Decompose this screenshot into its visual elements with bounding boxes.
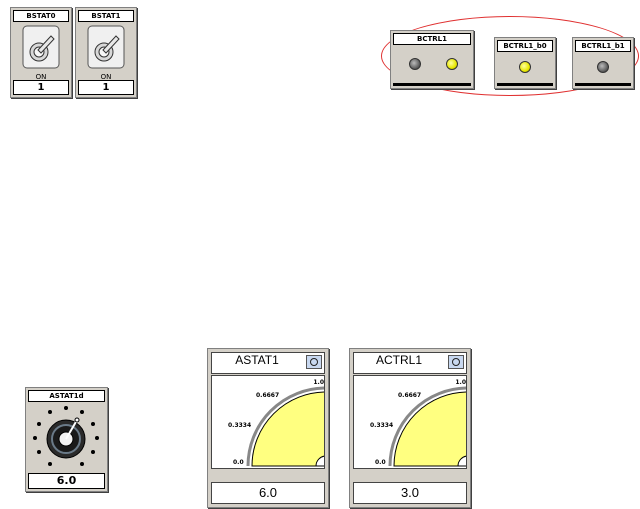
led-indicator-icon[interactable] (409, 58, 421, 70)
bctrl1-status-bar (393, 83, 471, 86)
actrl1-value: 3.0 (353, 482, 467, 504)
astat1d-widget[interactable]: ASTAT1d 6.0 (25, 387, 108, 492)
bstat0-title: BSTAT0 (13, 10, 69, 22)
actrl1-gauge: 1.0 0.6667 0.3334 0.0 (353, 375, 467, 469)
gauge-dial-icon: 1.0 0.6667 0.3334 0.0 (228, 379, 324, 467)
led-indicator-icon[interactable] (519, 61, 531, 73)
gauge-tick-label: 0.0 (233, 459, 244, 466)
bctrl1-b1-title: BCTRL1_b1 (575, 40, 631, 52)
gauge-tick-label: 0.0 (375, 459, 386, 466)
toggle-switch-icon[interactable] (21, 24, 61, 70)
led-indicator-icon[interactable] (446, 58, 458, 70)
bctrl1-b0-title: BCTRL1_b0 (497, 40, 553, 52)
astat1d-title: ASTAT1d (28, 390, 105, 402)
bctrl1-title: BCTRL1 (393, 33, 471, 45)
astat1-title: ASTAT1 (235, 353, 279, 367)
bstat0-value: 1 (13, 80, 69, 95)
gauge-dial-icon: 1.0 0.6667 0.3334 0.0 (370, 379, 466, 467)
actrl1-header: ACTRL1 (353, 352, 467, 374)
toggle-switch-icon[interactable] (86, 24, 126, 70)
bstat1-value: 1 (78, 80, 134, 95)
astat1-value: 6.0 (211, 482, 325, 504)
actrl1-meter-widget[interactable]: ACTRL1 1.0 0.6667 0.3334 0.0 3.0 (349, 348, 471, 508)
astat1d-value: 6.0 (28, 473, 105, 489)
bctrl1-b1-status-bar (575, 83, 631, 86)
bctrl1-b0-widget[interactable]: BCTRL1_b0 (494, 37, 556, 89)
bctrl1-b1-widget[interactable]: BCTRL1_b1 (572, 37, 634, 89)
astat1-gauge: 1.0 0.6667 0.3334 0.0 (211, 375, 325, 469)
gauge-tick-label: 1.0 (455, 379, 466, 386)
bstat1-widget[interactable]: BSTAT1 ON 1 (75, 7, 137, 98)
actrl1-title: ACTRL1 (375, 353, 422, 367)
bctrl1-widget[interactable]: BCTRL1 (390, 30, 474, 89)
meter-options-button[interactable] (448, 355, 464, 369)
gauge-tick-label: 0.3334 (370, 422, 393, 429)
bctrl1-b0-status-bar (497, 83, 553, 86)
meter-options-button[interactable] (306, 355, 322, 369)
rotary-knob-icon[interactable] (31, 403, 102, 471)
gauge-tick-label: 0.6667 (256, 392, 279, 399)
led-indicator-icon[interactable] (597, 61, 609, 73)
bstat0-widget[interactable]: BSTAT0 ON 1 (10, 7, 72, 98)
gauge-tick-label: 0.3334 (228, 422, 251, 429)
gauge-tick-label: 1.0 (313, 379, 324, 386)
gauge-tick-label: 0.6667 (398, 392, 421, 399)
astat1-header: ASTAT1 (211, 352, 325, 374)
bstat1-title: BSTAT1 (78, 10, 134, 22)
astat1-meter-widget[interactable]: ASTAT1 1.0 0.6667 0.3334 0.0 6.0 (207, 348, 329, 508)
